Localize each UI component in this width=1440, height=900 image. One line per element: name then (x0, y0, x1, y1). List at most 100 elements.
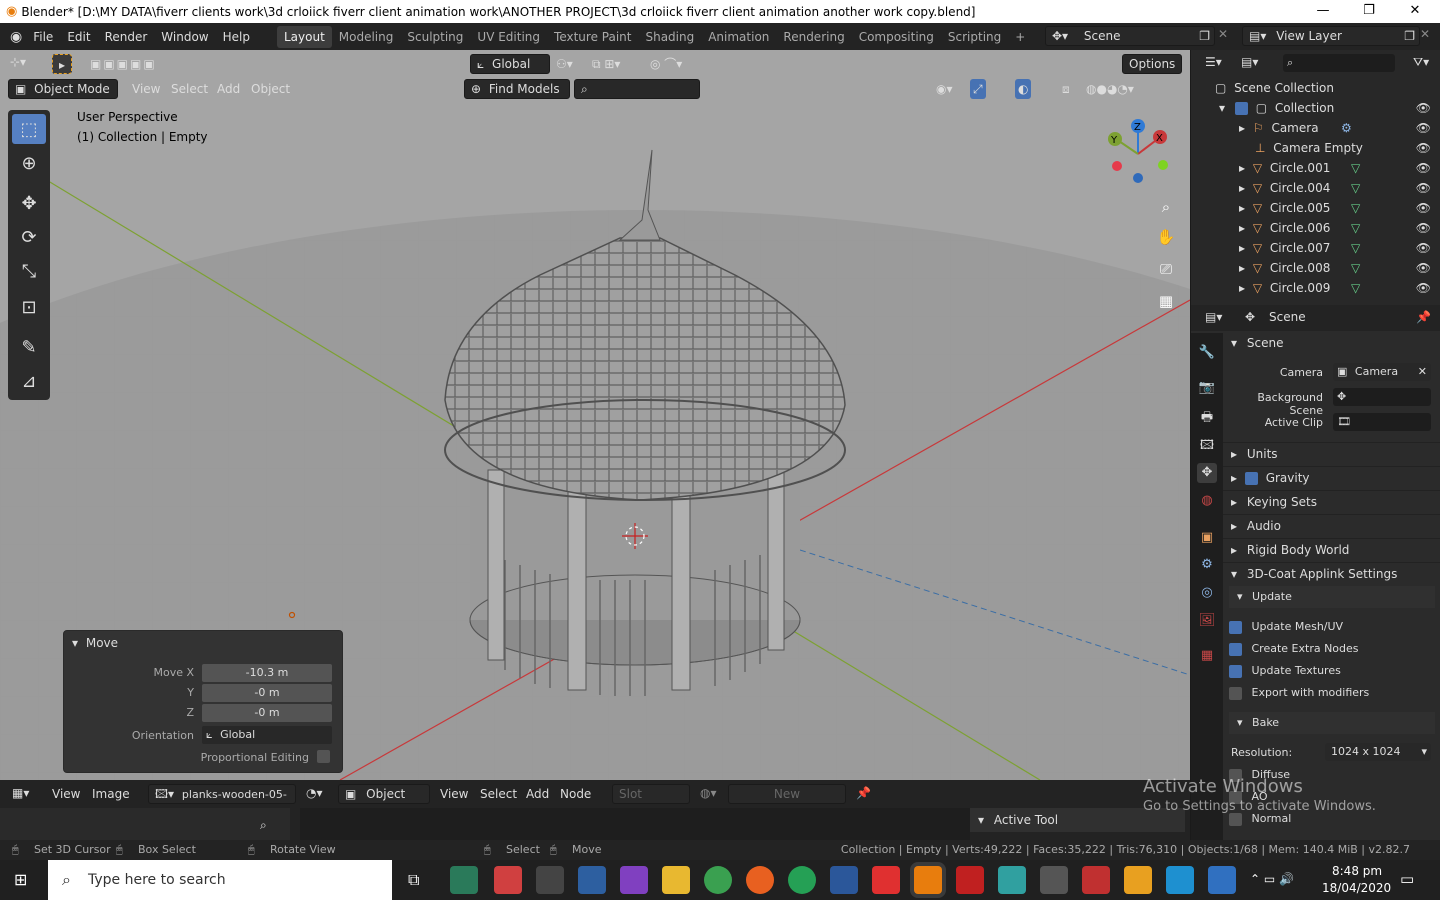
move-panel-header[interactable]: ▾ Move (72, 636, 118, 650)
unity-icon[interactable] (1040, 866, 1068, 894)
app-icon-5[interactable] (620, 866, 648, 894)
active-clip-field[interactable]: 🎞 (1333, 413, 1431, 431)
add-workspace-button[interactable]: + (1008, 26, 1032, 48)
zoom-icon[interactable]: ⌕ (260, 818, 267, 833)
select-tool-icon[interactable]: ⬚ (12, 114, 46, 144)
eye-icon[interactable]: 👁 (1416, 278, 1431, 298)
outliner-item-camera[interactable]: ▸ ⚐ Camera ⚙ 👁 (1191, 118, 1440, 138)
eye-icon[interactable]: 👁 (1416, 258, 1431, 278)
shading-modes-icons[interactable]: ◍●◕◔▾ (1086, 79, 1134, 99)
zoom-icon[interactable]: ⌕ (1153, 194, 1179, 220)
cursor-tool-icon[interactable]: ⊕ (12, 148, 46, 178)
clear-icon[interactable]: ✕ (1418, 363, 1427, 381)
app-icon-17[interactable] (1124, 866, 1152, 894)
maximize-button[interactable]: ❐ (1346, 0, 1392, 23)
blender-taskbar-icon[interactable] (914, 866, 942, 894)
outliner-collection[interactable]: ▾ ▢ Collection 👁 (1191, 98, 1440, 118)
node-menu-view[interactable]: View (440, 787, 468, 801)
tool-tab-icon[interactable]: 🔧 (1197, 343, 1217, 363)
outliner-search-input[interactable]: ⌕ (1283, 54, 1395, 72)
tray-icons[interactable]: ⌃ ▭ 🔊 (1250, 872, 1294, 886)
editor-type-icon[interactable]: ⊹▾ (10, 52, 26, 72)
bake-subsection[interactable]: ▾ Bake (1229, 712, 1435, 734)
render-tab-icon[interactable]: 📷 (1197, 378, 1217, 398)
image-canvas[interactable]: ⌕ (0, 808, 290, 840)
eye-icon[interactable]: 👁 (1416, 218, 1431, 238)
app-icon-14[interactable] (998, 866, 1026, 894)
texture-tab-icon[interactable]: ▦ (1197, 646, 1217, 666)
eye-icon[interactable]: 👁 (1416, 98, 1431, 118)
viewport-menu-add[interactable]: Add (217, 79, 240, 99)
snap-icon[interactable]: ⧉ ⊞▾ (592, 54, 620, 74)
ortho-grid-icon[interactable]: ▦ (1153, 288, 1179, 314)
proportional-editing-checkbox[interactable] (317, 750, 330, 763)
eye-icon[interactable]: 👁 (1416, 198, 1431, 218)
tab-scripting[interactable]: Scripting (941, 26, 1008, 48)
menu-help[interactable]: Help (216, 30, 257, 44)
3d-viewport[interactable]: Z X Y ⊹▾ ▸ ▣▣▣▣▣ ⟀ Global ⚇▾ ⧉ ⊞▾ ◎ ⌒▾ O… (0, 50, 1190, 780)
gravity-checkbox[interactable] (1244, 472, 1258, 485)
eye-icon[interactable]: 👁 (1416, 158, 1431, 178)
tab-uv-editing[interactable]: UV Editing (470, 26, 547, 48)
node-menu-select[interactable]: Select (480, 787, 517, 801)
modifier-tab-icon[interactable]: ⚙ (1197, 555, 1217, 575)
app-icon-1[interactable] (450, 866, 478, 894)
view-layer-tab-icon[interactable]: 🖾 (1197, 436, 1217, 456)
units-section[interactable]: ▸ Units (1223, 442, 1440, 464)
update-subsection[interactable]: ▾ Update (1229, 586, 1435, 608)
tab-texture-paint[interactable]: Texture Paint (547, 26, 638, 48)
select-tweak-icon[interactable]: ▸ (52, 54, 72, 74)
export-modifiers-option[interactable]: Export with modifiers (1229, 682, 1440, 704)
scene-selector[interactable]: ✥▾ Scene ❐ (1045, 26, 1215, 46)
remove-scene-icon[interactable]: ✕ (1218, 27, 1228, 41)
word-icon[interactable] (830, 866, 858, 894)
viewport-menu-select[interactable]: Select (171, 79, 208, 99)
xray-icon[interactable]: ⧈ (1062, 79, 1070, 99)
object-tab-icon[interactable]: ▣ (1197, 528, 1217, 548)
outliner-item-circle-001[interactable]: ▸ ▽ Circle.001 ▽ 👁 (1191, 158, 1440, 178)
proportional-icon[interactable]: ◎ ⌒▾ (650, 54, 682, 74)
outliner-editor-icon[interactable]: ☰▾ (1205, 55, 1222, 69)
keying-sets-section[interactable]: ▸ Keying Sets (1223, 490, 1440, 512)
tab-compositing[interactable]: Compositing (852, 26, 941, 48)
create-extra-nodes-option[interactable]: Create Extra Nodes (1229, 638, 1440, 660)
constraints-tab-icon[interactable]: 🖼 (1197, 611, 1217, 631)
pin-icon[interactable]: 📌 (1416, 310, 1431, 324)
audio-section[interactable]: ▸ Audio (1223, 514, 1440, 536)
file-explorer-icon[interactable] (662, 866, 690, 894)
eye-icon[interactable]: 👁 (1416, 178, 1431, 198)
app-icon-3[interactable] (536, 866, 564, 894)
rotate-tool-icon[interactable]: ⟳ (12, 222, 46, 252)
outliner-item-circle-004[interactable]: ▸ ▽ Circle.004 ▽ 👁 (1191, 178, 1440, 198)
app-icon-16[interactable] (1082, 866, 1110, 894)
tab-animation[interactable]: Animation (701, 26, 776, 48)
app-icon-19[interactable] (1208, 866, 1236, 894)
material-icon[interactable]: ◍▾ (700, 786, 717, 800)
overlay-toggle-icon[interactable]: ◐ (1015, 79, 1032, 99)
rigid-body-world-section[interactable]: ▸ Rigid Body World (1223, 538, 1440, 560)
eye-icon[interactable]: 👁 (1416, 118, 1431, 138)
image-menu-view[interactable]: View (52, 787, 80, 801)
menu-window[interactable]: Window (154, 30, 215, 44)
eye-icon[interactable]: 👁 (1416, 138, 1431, 158)
viewport-search-input[interactable]: ⌕ (574, 79, 700, 99)
menu-render[interactable]: Render (98, 30, 155, 44)
windows-start-icon[interactable]: ⊞ (14, 870, 27, 889)
transform-tool-icon[interactable]: ⊡ (12, 292, 46, 322)
annotate-tool-icon[interactable]: ✎ (12, 332, 46, 362)
gravity-section[interactable]: ▸ Gravity (1223, 466, 1440, 488)
update-textures-checkbox[interactable] (1229, 664, 1242, 678)
collection-checkbox[interactable] (1234, 102, 1248, 115)
image-browse-selector[interactable]: 🖾▾ planks-wooden-05-c... (148, 784, 296, 820)
tab-rendering[interactable]: Rendering (776, 26, 851, 48)
output-tab-icon[interactable]: 🖶 (1197, 408, 1217, 428)
image-editor-type-icon[interactable]: ▦▾ (12, 786, 29, 800)
new-view-layer-icon[interactable]: ❐ (1404, 27, 1415, 45)
resolution-dropdown[interactable]: 1024 x 1024 ▾ (1325, 743, 1431, 761)
move-z-field[interactable]: -0 m (202, 704, 332, 722)
pivot-icon[interactable]: ⚇▾ (556, 54, 573, 74)
app-icon-18[interactable] (1166, 866, 1194, 894)
viewport-menu-view[interactable]: View (132, 79, 160, 99)
new-scene-icon[interactable]: ❐ (1199, 27, 1210, 45)
outliner-item-circle-007[interactable]: ▸ ▽ Circle.007 ▽ 👁 (1191, 238, 1440, 258)
